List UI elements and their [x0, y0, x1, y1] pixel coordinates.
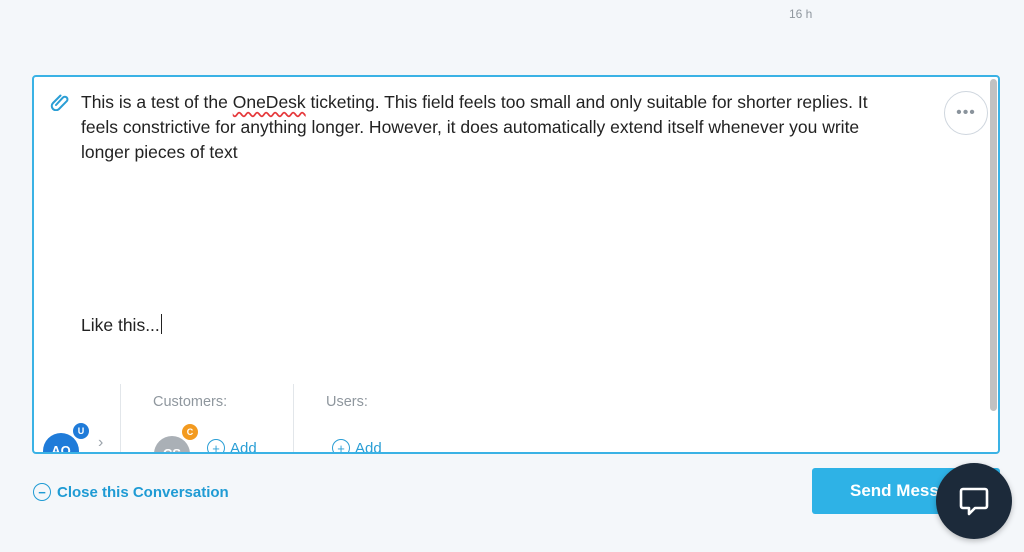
- reply-text-editor[interactable]: This is a test of the OneDesk ticketing.…: [81, 90, 901, 338]
- reply-composer[interactable]: This is a test of the OneDesk ticketing.…: [32, 75, 1000, 454]
- spellcheck-flagged-word: OneDesk: [232, 92, 306, 112]
- timestamp: 16 h: [789, 7, 813, 21]
- add-customer-button[interactable]: + Add: [207, 439, 257, 452]
- users-label: Users:: [326, 394, 368, 410]
- minus-circle-icon: −: [33, 483, 51, 501]
- customer-role-badge: C: [181, 423, 199, 441]
- plus-circle-icon: +: [332, 439, 350, 452]
- add-user-button[interactable]: + Add: [332, 439, 382, 452]
- chat-launcher-button[interactable]: [936, 463, 1012, 539]
- divider: [293, 384, 294, 452]
- message-paragraph: This is a test of the OneDesk ticketing.…: [81, 92, 868, 162]
- text-cursor: [160, 314, 163, 334]
- chevron-right-icon[interactable]: ›: [98, 434, 103, 452]
- divider: [120, 384, 121, 452]
- more-options-icon: •••: [956, 104, 976, 121]
- editor-scrollbar[interactable]: [989, 77, 998, 452]
- customers-label: Customers:: [153, 394, 228, 410]
- more-options-button[interactable]: •••: [944, 91, 988, 135]
- user-role-badge: U: [72, 422, 90, 440]
- paperclip-icon[interactable]: [50, 91, 70, 111]
- plus-circle-icon: +: [207, 439, 225, 452]
- chat-bubble-icon: [959, 487, 989, 516]
- message-second-line: Like this...: [81, 313, 901, 338]
- close-conversation-link[interactable]: − Close this Conversation: [33, 483, 229, 501]
